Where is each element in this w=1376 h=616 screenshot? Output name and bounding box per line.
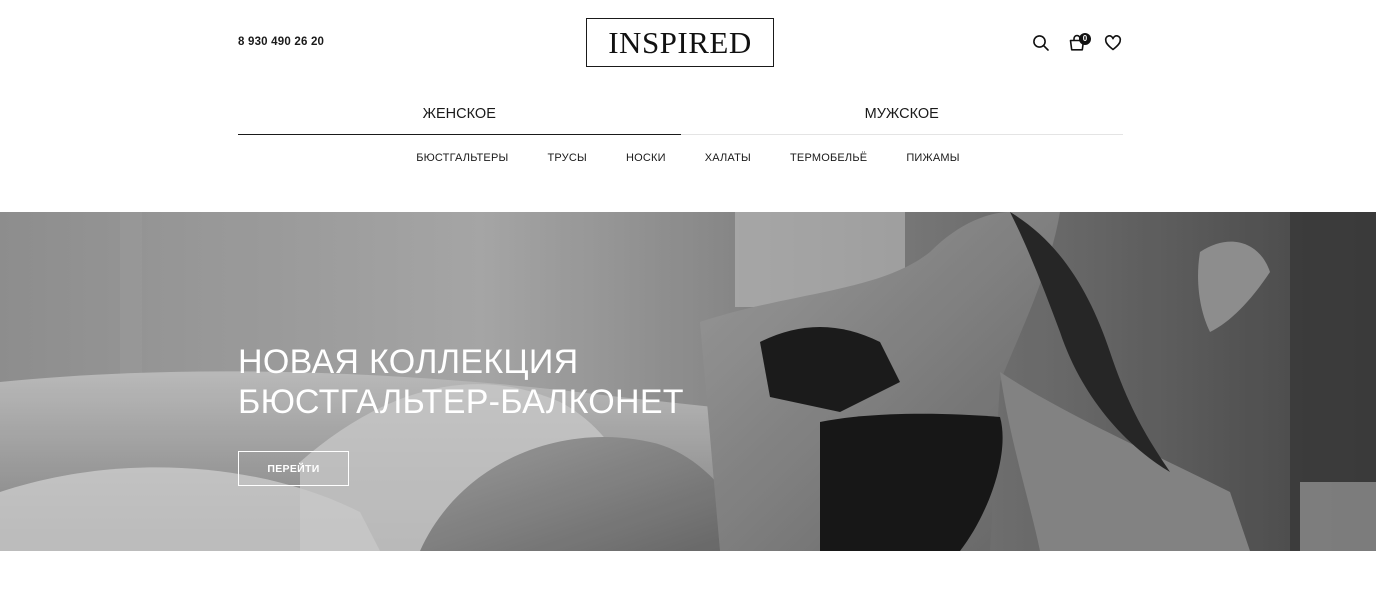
category-robes[interactable]: ХАЛАТЫ [705,152,751,164]
category-menu: БЮСТГАЛЬТЕРЫ ТРУСЫ НОСКИ ХАЛАТЫ ТЕРМОБЕЛ… [0,152,1376,164]
hero-title: НОВАЯ КОЛЛЕКЦИЯ БЮСТГАЛЬТЕР-БАЛКОНЕТ [238,342,684,422]
category-panties[interactable]: ТРУСЫ [547,152,586,164]
logo[interactable]: INSPIRED [586,18,774,67]
header-actions: 0 [1030,32,1124,54]
tab-women[interactable]: ЖЕНСКОЕ [238,96,681,135]
heart-icon [1104,35,1122,51]
cart-button[interactable]: 0 [1066,32,1091,54]
hero-banner: НОВАЯ КОЛЛЕКЦИЯ БЮСТГАЛЬТЕР-БАЛКОНЕТ ПЕР… [0,212,1376,551]
favorites-button[interactable] [1102,32,1124,54]
search-icon [1033,35,1049,51]
category-socks[interactable]: НОСКИ [626,152,666,164]
category-bras[interactable]: БЮСТГАЛЬТЕРЫ [416,152,508,164]
search-button[interactable] [1030,32,1052,54]
category-thermal[interactable]: ТЕРМОБЕЛЬЁ [790,152,867,164]
gender-tabs: ЖЕНСКОЕ МУЖСКОЕ [238,96,1123,135]
tab-men[interactable]: МУЖСКОЕ [681,96,1124,134]
hero-title-line-2: БЮСТГАЛЬТЕР-БАЛКОНЕТ [238,383,684,421]
hero-go-button[interactable]: ПЕРЕЙТИ [238,451,349,486]
hero-title-line-1: НОВАЯ КОЛЛЕКЦИЯ [238,343,579,381]
phone-link[interactable]: 8 930 490 26 20 [238,36,324,48]
cart-count-badge: 0 [1079,33,1091,45]
category-pajamas[interactable]: ПИЖАМЫ [906,152,959,164]
hero-image [0,212,1376,551]
site-header: 8 930 490 26 20 INSPIRED 0 [0,0,1376,86]
